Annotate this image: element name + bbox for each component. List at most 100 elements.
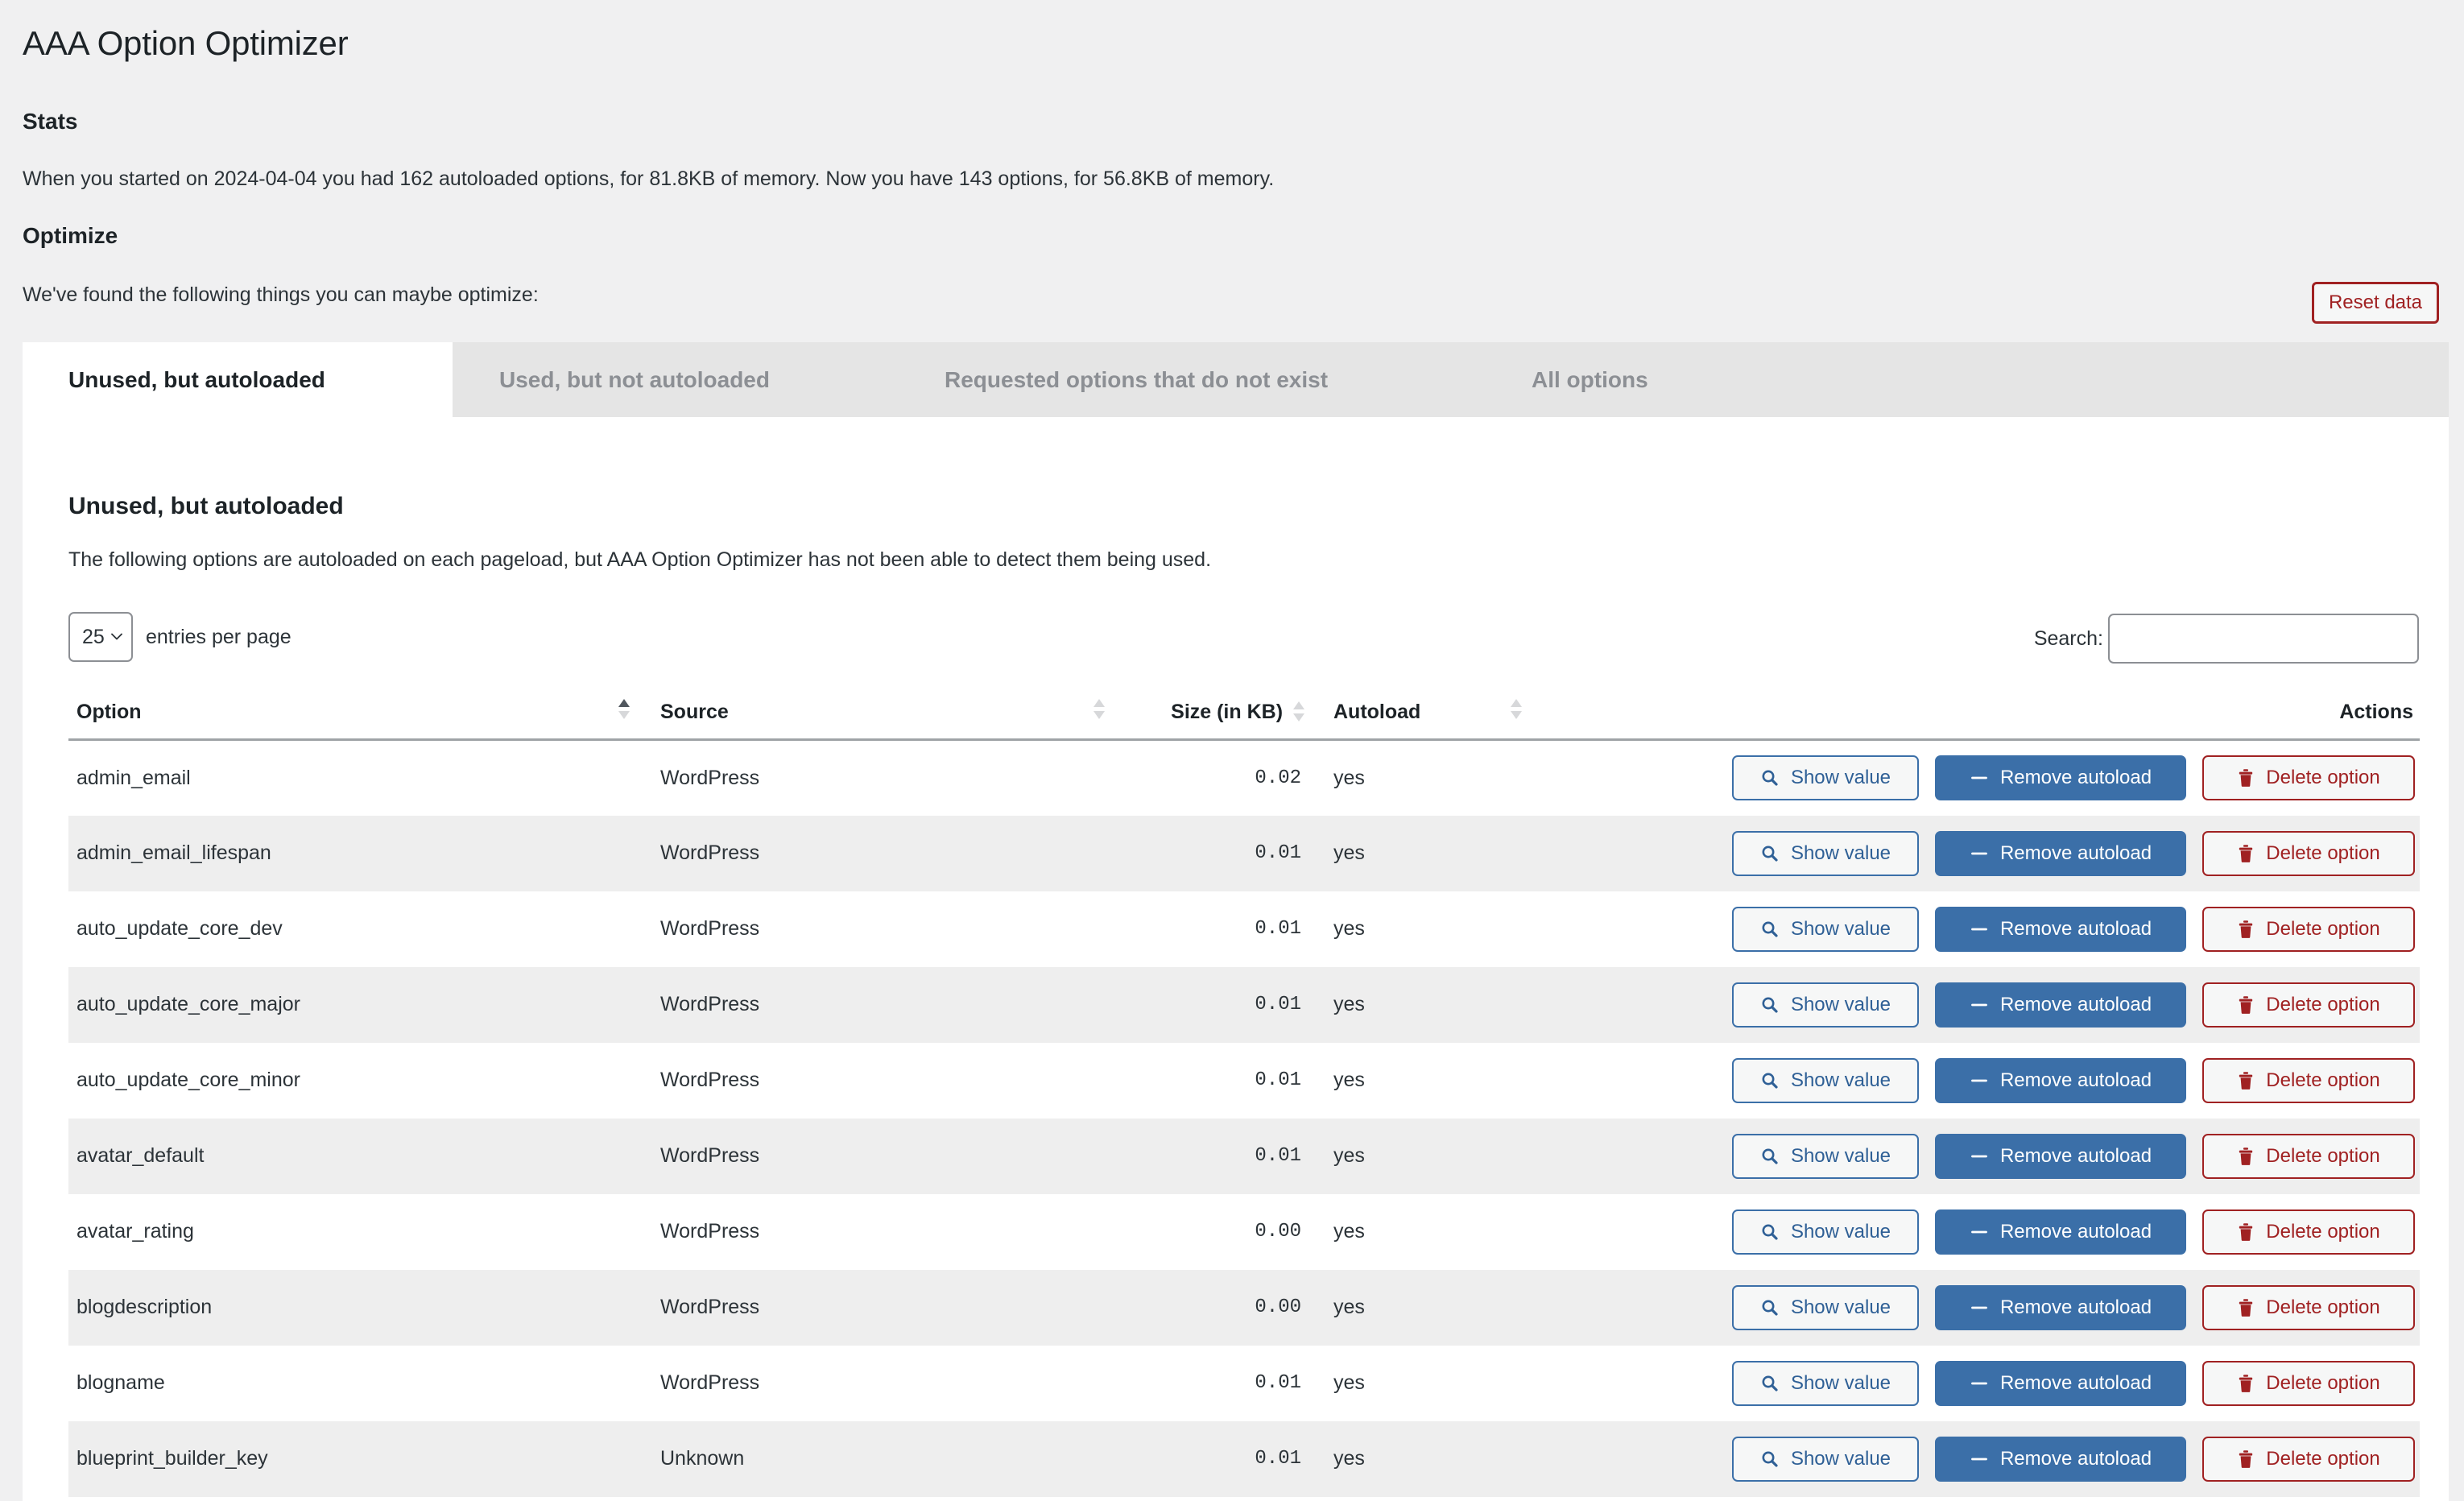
tab-unused-but-autoloaded[interactable]: Unused, but autoloaded: [23, 342, 453, 417]
show-value-button[interactable]: Show value: [1732, 1436, 1919, 1482]
column-header-autoload[interactable]: Autoload: [1304, 689, 1570, 741]
delete-option-button[interactable]: Delete option: [2202, 982, 2415, 1028]
remove-autoload-button[interactable]: Remove autoload: [1935, 1057, 2186, 1103]
table-row: avatar_default WordPress 0.01 yes Show value…: [68, 1118, 2420, 1194]
column-header-option[interactable]: Option: [68, 689, 660, 741]
cell-size: 0.01: [1255, 994, 1301, 1015]
delete-option-button[interactable]: Delete option: [2202, 1360, 2415, 1406]
delete-option-button[interactable]: Delete option: [2202, 755, 2415, 801]
cell-actions: Show value Remove autoload Delete option: [1570, 1270, 2420, 1346]
show-value-label: Show value: [1790, 917, 1891, 940]
cell-option: auto_update_core_minor: [76, 1069, 300, 1091]
show-value-button[interactable]: Show value: [1732, 982, 1919, 1028]
cell-option: blueprint_builder_key: [76, 1447, 268, 1470]
remove-autoload-button[interactable]: Remove autoload: [1935, 982, 2186, 1028]
remove-autoload-button[interactable]: Remove autoload: [1935, 1209, 2186, 1255]
entries-per-page-value: 25: [82, 625, 105, 648]
show-value-button[interactable]: Show value: [1732, 830, 1919, 876]
remove-autoload-label: Remove autoload: [1999, 1220, 2152, 1243]
minus-icon: [1971, 1306, 1987, 1309]
delete-option-button[interactable]: Delete option: [2202, 1284, 2415, 1330]
show-value-label: Show value: [1790, 1220, 1891, 1243]
cell-actions: Show value Remove autoload Delete option: [1570, 1421, 2420, 1497]
remove-autoload-label: Remove autoload: [1999, 1371, 2152, 1394]
page-scrollbar[interactable]: [2449, 0, 2464, 1501]
cell-source: WordPress: [660, 993, 760, 1015]
delete-option-button[interactable]: Delete option: [2202, 1436, 2415, 1482]
remove-autoload-label: Remove autoload: [1999, 1144, 2152, 1167]
delete-option-button[interactable]: Delete option: [2202, 1057, 2415, 1103]
minus-icon: [1971, 852, 1987, 854]
sort-ascending-icon: [618, 699, 630, 719]
remove-autoload-button[interactable]: Remove autoload: [1935, 1360, 2186, 1406]
remove-autoload-button[interactable]: Remove autoload: [1935, 1436, 2186, 1482]
search-icon: [1762, 1073, 1778, 1089]
minus-icon: [1971, 1458, 1987, 1460]
sort-none-icon: [1293, 701, 1304, 722]
column-header-source[interactable]: Source: [660, 689, 1143, 741]
remove-autoload-button[interactable]: Remove autoload: [1935, 1133, 2186, 1179]
show-value-button[interactable]: Show value: [1732, 755, 1919, 801]
trash-icon: [2239, 1449, 2253, 1468]
tab-all-options[interactable]: All options: [1498, 342, 1695, 417]
table-row: avatar_rating WordPress 0.00 yes Show value R…: [68, 1193, 2420, 1270]
remove-autoload-button[interactable]: Remove autoload: [1935, 906, 2186, 952]
minus-icon: [1971, 1079, 1987, 1081]
cell-option: avatar_rating: [76, 1220, 194, 1243]
table-row: admin_email_lifespan WordPress 0.01 yes Show…: [68, 815, 2420, 891]
cell-autoload: yes: [1333, 1144, 1365, 1167]
table-row: auto_update_core_dev WordPress 0.01 yes Show…: [68, 891, 2420, 967]
remove-autoload-button[interactable]: Remove autoload: [1935, 755, 2186, 801]
table-row: blogname WordPress 0.01 yes Show value Remove…: [68, 1345, 2420, 1421]
delete-option-label: Delete option: [2266, 1296, 2380, 1318]
show-value-button[interactable]: Show value: [1732, 1360, 1919, 1406]
cell-autoload: yes: [1333, 841, 1365, 864]
delete-option-button[interactable]: Delete option: [2202, 1133, 2415, 1179]
cell-autoload: yes: [1333, 1371, 1365, 1394]
cell-actions: Show value Remove autoload Delete option: [1570, 816, 2420, 891]
reset-data-button[interactable]: Reset data: [2312, 282, 2439, 324]
delete-option-button[interactable]: Delete option: [2202, 830, 2415, 876]
delete-option-button[interactable]: Delete option: [2202, 906, 2415, 952]
entries-per-page-select[interactable]: 25: [68, 612, 133, 662]
cell-size: 0.01: [1255, 918, 1301, 940]
remove-autoload-button[interactable]: Remove autoload: [1935, 830, 2186, 876]
trash-icon: [2239, 995, 2253, 1014]
admin-page: AAA Option Optimizer Stats When you star…: [0, 0, 2464, 1501]
cell-source: WordPress: [660, 841, 760, 864]
delete-option-label: Delete option: [2266, 917, 2380, 940]
show-value-button[interactable]: Show value: [1732, 1133, 1919, 1179]
minus-icon: [1971, 776, 1987, 779]
delete-option-button[interactable]: Delete option: [2202, 1209, 2415, 1255]
cell-option: admin_email_lifespan: [76, 841, 271, 864]
trash-icon: [2239, 769, 2253, 788]
cell-size: 0.00: [1255, 1296, 1301, 1318]
tab-requested-options-that-do-not-exist[interactable]: Requested options that do not exist: [910, 342, 1375, 417]
cell-source: WordPress: [660, 766, 760, 789]
cell-size: 0.01: [1255, 842, 1301, 864]
trash-icon: [2239, 1298, 2253, 1317]
stats-text: When you started on 2024-04-04 you had 1…: [23, 167, 1275, 190]
remove-autoload-label: Remove autoload: [1999, 841, 2152, 864]
search-input[interactable]: [2108, 614, 2419, 664]
search-icon: [1762, 921, 1778, 937]
table-body: admin_email WordPress 0.02 yes Show value Rem…: [68, 739, 2420, 1497]
column-header-size[interactable]: Size (in KB): [1143, 689, 1304, 741]
table-head: Option Source Size (in KB) Autoload Acti…: [68, 689, 2420, 741]
cell-size: 0.01: [1255, 1448, 1301, 1470]
tab-panel: Unused, but autoloaded The following opt…: [23, 417, 2449, 1501]
cell-option: blogdescription: [76, 1296, 213, 1318]
show-value-label: Show value: [1790, 1296, 1891, 1318]
page-title: AAA Option Optimizer: [23, 24, 349, 62]
table-row: blueprint_builder_key Unknown 0.01 yes Show …: [68, 1420, 2420, 1497]
show-value-button[interactable]: Show value: [1732, 1284, 1919, 1330]
show-value-button[interactable]: Show value: [1732, 1209, 1919, 1255]
search-icon: [1762, 1451, 1778, 1467]
minus-icon: [1971, 1003, 1987, 1006]
cell-option: avatar_default: [76, 1144, 205, 1167]
tab-used-but-not-autoloaded[interactable]: Used, but not autoloaded: [453, 342, 817, 417]
remove-autoload-button[interactable]: Remove autoload: [1935, 1284, 2186, 1330]
show-value-label: Show value: [1790, 1069, 1891, 1091]
show-value-button[interactable]: Show value: [1732, 1057, 1919, 1103]
show-value-button[interactable]: Show value: [1732, 906, 1919, 952]
